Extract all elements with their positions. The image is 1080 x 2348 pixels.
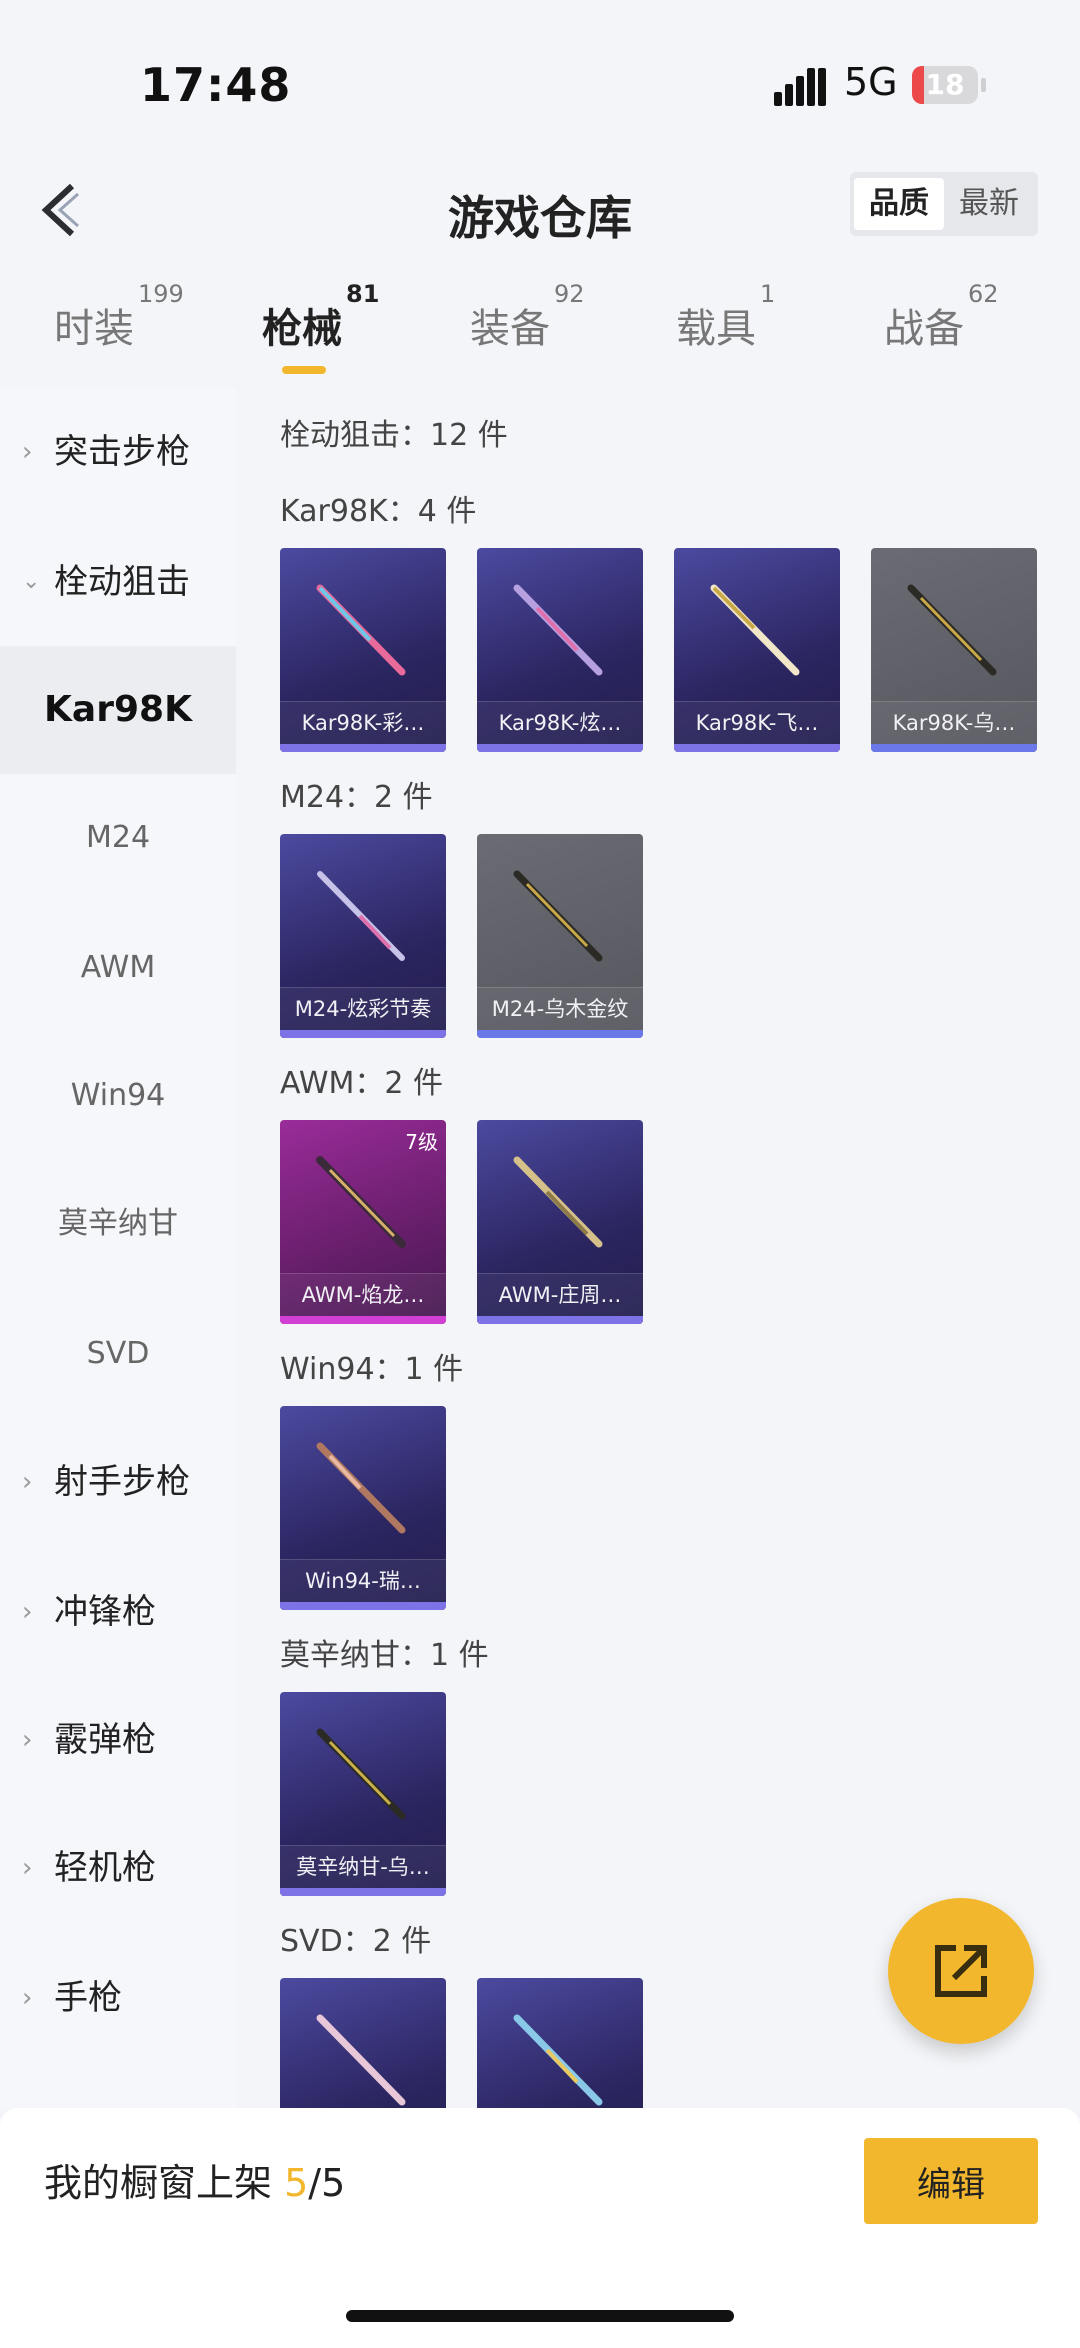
chevron-right-icon: › bbox=[22, 437, 33, 467]
network-type: 5G bbox=[844, 60, 898, 104]
rifle-icon bbox=[513, 870, 603, 962]
item-card[interactable]: Kar98K-炫… bbox=[477, 548, 643, 752]
battery-icon: 18 bbox=[912, 66, 978, 104]
chevron-right-icon: › bbox=[22, 1725, 33, 1755]
group-label: M24：2 件 bbox=[280, 780, 433, 815]
shelf-total: /5 bbox=[308, 2161, 346, 2205]
item-name: M24-乌木金纹 bbox=[477, 987, 643, 1030]
home-indicator bbox=[346, 2310, 734, 2322]
rifle-icon bbox=[513, 2014, 603, 2106]
item-card[interactable]: Kar98K-乌… bbox=[871, 548, 1037, 752]
sort-toggle: 品质 最新 bbox=[850, 172, 1038, 236]
item-card[interactable]: 莫辛纳甘-乌… bbox=[280, 1692, 446, 1896]
chevron-down-icon: ⌄ bbox=[22, 569, 41, 594]
edit-button[interactable]: 编辑 bbox=[864, 2138, 1038, 2224]
chevron-right-icon: › bbox=[22, 1853, 33, 1883]
sidebar-item-kar98k[interactable]: Kar98K bbox=[0, 646, 236, 774]
sort-latest-button[interactable]: 最新 bbox=[944, 178, 1034, 230]
rifle-icon bbox=[316, 2014, 406, 2106]
item-grid: 栓动狙击：12 件 Kar98K：4 件 Kar98K-彩… Kar98K-炫…… bbox=[236, 388, 1080, 2108]
item-name: 莫辛纳甘-乌… bbox=[280, 1845, 446, 1888]
shelf-count: 5 bbox=[284, 2161, 309, 2205]
tab-equipment[interactable]: 装备92 bbox=[470, 280, 585, 354]
tab-vehicles[interactable]: 载具1 bbox=[676, 280, 775, 354]
sidebar-item-svd[interactable]: SVD bbox=[0, 1290, 236, 1418]
share-icon bbox=[935, 1945, 987, 1997]
rifle-icon bbox=[907, 584, 997, 676]
item-card[interactable]: AWM-庄周… bbox=[477, 1120, 643, 1324]
sidebar-item-lmg[interactable]: › 轻机枪 bbox=[0, 1804, 236, 1932]
item-name: AWM-庄周… bbox=[477, 1273, 643, 1316]
sidebar-item-smg[interactable]: › 冲锋枪 bbox=[0, 1548, 236, 1676]
tab-guns[interactable]: 枪械81 bbox=[262, 280, 379, 354]
chevron-right-icon: › bbox=[22, 1467, 33, 1497]
item-name: Kar98K-彩… bbox=[280, 701, 446, 744]
sidebar-item-bolt-sniper[interactable]: ⌄ 栓动狙击 bbox=[0, 518, 236, 646]
rifle-icon bbox=[317, 871, 405, 961]
sidebar-item-pistol[interactable]: › 手枪 bbox=[0, 1934, 236, 2062]
item-name: Kar98K-飞… bbox=[674, 701, 840, 744]
status-bar: 17:48 5G 18 bbox=[0, 0, 1080, 150]
rifle-icon bbox=[316, 1442, 406, 1534]
sidebar-item-mosin[interactable]: 莫辛纳甘 bbox=[0, 1160, 236, 1288]
item-card[interactable] bbox=[280, 1978, 446, 2108]
sidebar-item-assault-rifle[interactable]: › 突击步枪 bbox=[0, 388, 236, 516]
sidebar: › 突击步枪 ⌄ 栓动狙击 Kar98K M24 AWM Win94 莫辛纳甘 SV… bbox=[0, 388, 236, 2108]
item-name: Kar98K-乌… bbox=[871, 701, 1037, 744]
summary-label: 栓动狙击：12 件 bbox=[280, 418, 508, 453]
group-label: Win94：1 件 bbox=[280, 1352, 464, 1387]
item-card[interactable]: Kar98K-飞… bbox=[674, 548, 840, 752]
tab-supplies[interactable]: 战备62 bbox=[884, 280, 999, 354]
active-tab-indicator bbox=[282, 366, 326, 374]
rifle-icon bbox=[513, 584, 603, 676]
category-tabs: 时装199 枪械81 装备92 载具1 战备62 bbox=[0, 280, 1080, 376]
rifle-icon bbox=[316, 1156, 406, 1248]
sort-quality-button[interactable]: 品质 bbox=[854, 178, 944, 230]
item-name: Win94-瑞… bbox=[280, 1559, 446, 1602]
sidebar-item-m24[interactable]: M24 bbox=[0, 774, 236, 902]
sidebar-item-marksman-rifle[interactable]: › 射手步枪 bbox=[0, 1418, 236, 1546]
shelf-status: 我的橱窗上架 5/5 bbox=[44, 2161, 346, 2205]
item-card[interactable]: M24-乌木金纹 bbox=[477, 834, 643, 1038]
sidebar-item-shotgun[interactable]: › 霰弹枪 bbox=[0, 1676, 236, 1804]
group-label: AWM：2 件 bbox=[280, 1066, 444, 1101]
item-card[interactable]: Win94-瑞… bbox=[280, 1406, 446, 1610]
item-name: M24-炫彩节奏 bbox=[280, 987, 446, 1030]
item-card[interactable]: M24-炫彩节奏 bbox=[280, 834, 446, 1038]
tab-fashion[interactable]: 时装199 bbox=[54, 280, 184, 354]
rifle-icon bbox=[316, 584, 406, 676]
rifle-icon bbox=[710, 584, 800, 676]
status-time: 17:48 bbox=[140, 58, 292, 112]
group-label: 莫辛纳甘：1 件 bbox=[280, 1638, 489, 1673]
chevron-right-icon: › bbox=[22, 1597, 33, 1627]
chevron-right-icon: › bbox=[22, 1983, 33, 2013]
group-label: SVD：2 件 bbox=[280, 1924, 432, 1959]
signal-icon bbox=[774, 66, 826, 106]
item-card[interactable]: 7级 AWM-焰龙… bbox=[280, 1120, 446, 1324]
item-card[interactable] bbox=[477, 1978, 643, 2108]
share-button[interactable] bbox=[888, 1898, 1034, 2044]
rifle-icon bbox=[513, 1156, 603, 1248]
item-card[interactable]: Kar98K-彩… bbox=[280, 548, 446, 752]
battery-level: 18 bbox=[925, 68, 965, 101]
group-label: Kar98K：4 件 bbox=[280, 494, 477, 529]
item-name: AWM-焰龙… bbox=[280, 1273, 446, 1316]
sidebar-item-win94[interactable]: Win94 bbox=[0, 1032, 236, 1160]
rifle-icon bbox=[316, 1728, 406, 1820]
item-name: Kar98K-炫… bbox=[477, 701, 643, 744]
sidebar-item-awm[interactable]: AWM bbox=[0, 904, 236, 1032]
